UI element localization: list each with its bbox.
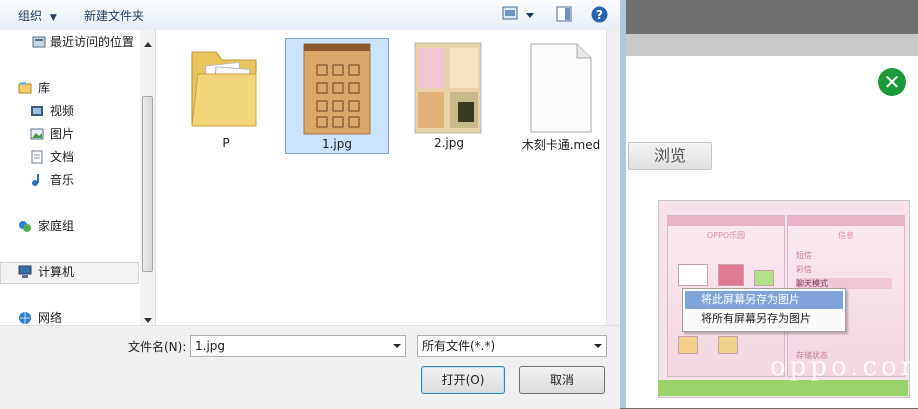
phone-app-icon: [754, 270, 774, 286]
dialog-frame: [620, 0, 626, 408]
nav-scroll-thumb[interactable]: [142, 96, 153, 272]
chevron-down-icon[interactable]: [393, 344, 401, 348]
nav-item-computer[interactable]: 计算机: [0, 262, 140, 282]
nav-item-recent-places[interactable]: 最近访问的位置: [0, 32, 140, 52]
filetype-value: 所有文件(*.*): [422, 339, 496, 353]
computer-icon: [18, 265, 32, 278]
file-list-scrollbar[interactable]: [606, 30, 620, 325]
file-list-pane: P 1.jpg 2.jpg 木刻卡通.med: [156, 30, 620, 325]
file-item-1jpg[interactable]: 1.jpg: [285, 38, 389, 154]
pictures-icon: [30, 128, 44, 140]
file-name: 1.jpg: [321, 137, 353, 151]
context-menu-save-all-screens[interactable]: 将所有屏幕另存为图片: [685, 310, 843, 328]
nav-item-label: 计算机: [38, 265, 75, 279]
phone-app-icon: [678, 336, 698, 354]
filename-label: 文件名(N):: [128, 340, 187, 354]
nav-item-label: 文档: [50, 150, 75, 164]
preview-pane-icon: [556, 6, 572, 22]
phone-app-icon: [718, 336, 738, 354]
nav-item-label: 家庭组: [38, 219, 75, 233]
image-thumbnail-icon: [414, 42, 482, 134]
phone-menu-item: 短信: [796, 251, 812, 260]
image-thumbnail-icon: [303, 43, 371, 135]
file-name: 木刻卡通.med: [521, 138, 601, 152]
cancel-button[interactable]: 取消: [519, 366, 605, 394]
video-icon: [31, 106, 43, 116]
page-strip: [626, 34, 918, 56]
help-button[interactable]: ?: [591, 6, 608, 26]
nav-item-label: 网络: [38, 311, 63, 324]
svg-text:?: ?: [596, 8, 603, 22]
view-icon: [502, 6, 518, 20]
blank-file-icon: [530, 43, 592, 133]
scroll-down-arrow-icon[interactable]: [144, 312, 152, 326]
filename-value: 1.jpg: [195, 339, 226, 353]
phone-menu-header: 信息: [838, 231, 854, 240]
file-item-med[interactable]: 木刻卡通.med: [509, 38, 613, 154]
chevron-down-icon: ▼: [49, 13, 57, 23]
preview-footer-bar: [658, 380, 908, 396]
help-icon: ?: [591, 6, 608, 23]
nav-item-music[interactable]: 音乐: [0, 170, 140, 190]
music-icon: [32, 174, 39, 186]
nav-item-video[interactable]: 视频: [0, 101, 140, 121]
context-menu-save-screen[interactable]: 将此屏幕另存为图片: [685, 291, 843, 309]
network-icon: [19, 312, 31, 324]
nav-item-label: 视频: [50, 104, 75, 118]
phone-app-icon: [718, 264, 744, 286]
homegroup-icon: [19, 221, 31, 232]
organize-label: 组织: [18, 9, 43, 23]
context-menu: 将此屏幕另存为图片 将所有屏幕另存为图片: [682, 288, 846, 332]
nav-item-label: 音乐: [50, 173, 75, 187]
documents-icon: [31, 150, 43, 164]
nav-item-library[interactable]: 库: [0, 78, 140, 98]
close-button[interactable]: ✕: [878, 68, 906, 96]
open-button[interactable]: 打开(O): [421, 366, 505, 394]
preview-pane-button[interactable]: [556, 6, 572, 25]
file-name: P: [222, 136, 230, 150]
phone-app-icon: [678, 264, 708, 286]
library-icon: [18, 82, 32, 94]
view-options-button[interactable]: [502, 6, 518, 23]
nav-item-homegroup[interactable]: 家庭组: [0, 216, 140, 236]
chevron-down-icon[interactable]: [525, 9, 535, 23]
watermark: oppo.com: [770, 352, 918, 382]
filetype-select[interactable]: 所有文件(*.*): [417, 335, 607, 357]
nav-item-label: 最近访问的位置: [50, 35, 135, 49]
browse-button[interactable]: 浏览: [628, 142, 712, 170]
phone-menu-item: 彩信: [796, 265, 812, 274]
file-name: 2.jpg: [433, 136, 465, 150]
filename-input[interactable]: 1.jpg: [190, 335, 406, 357]
dialog-bottom-bar: 文件名(N): 1.jpg 所有文件(*.*) 打开(O) 取消: [0, 325, 620, 409]
file-item-folder-p[interactable]: P: [174, 38, 278, 154]
phone-status-bar: [668, 216, 784, 226]
file-item-2jpg[interactable]: 2.jpg: [397, 38, 501, 154]
phone-title: OPPO乐园: [706, 231, 746, 240]
chevron-down-icon[interactable]: [594, 344, 602, 348]
recent-places-icon: [32, 36, 46, 48]
nav-item-pictures[interactable]: 图片: [0, 124, 140, 144]
dialog-toolbar: 组织 ▼ 新建文件夹 ?: [0, 0, 620, 31]
new-folder-button[interactable]: 新建文件夹: [84, 7, 144, 24]
nav-item-network[interactable]: 网络: [0, 308, 140, 324]
nav-item-label: 库: [38, 81, 51, 95]
nav-item-documents[interactable]: 文档: [0, 147, 140, 167]
phone-status-bar: [788, 216, 904, 226]
folder-icon: [191, 51, 257, 127]
nav-item-label: 图片: [50, 127, 75, 141]
organize-button[interactable]: 组织 ▼: [18, 7, 57, 24]
scroll-up-arrow-icon[interactable]: [144, 36, 152, 50]
page-top-bar: [626, 0, 918, 34]
